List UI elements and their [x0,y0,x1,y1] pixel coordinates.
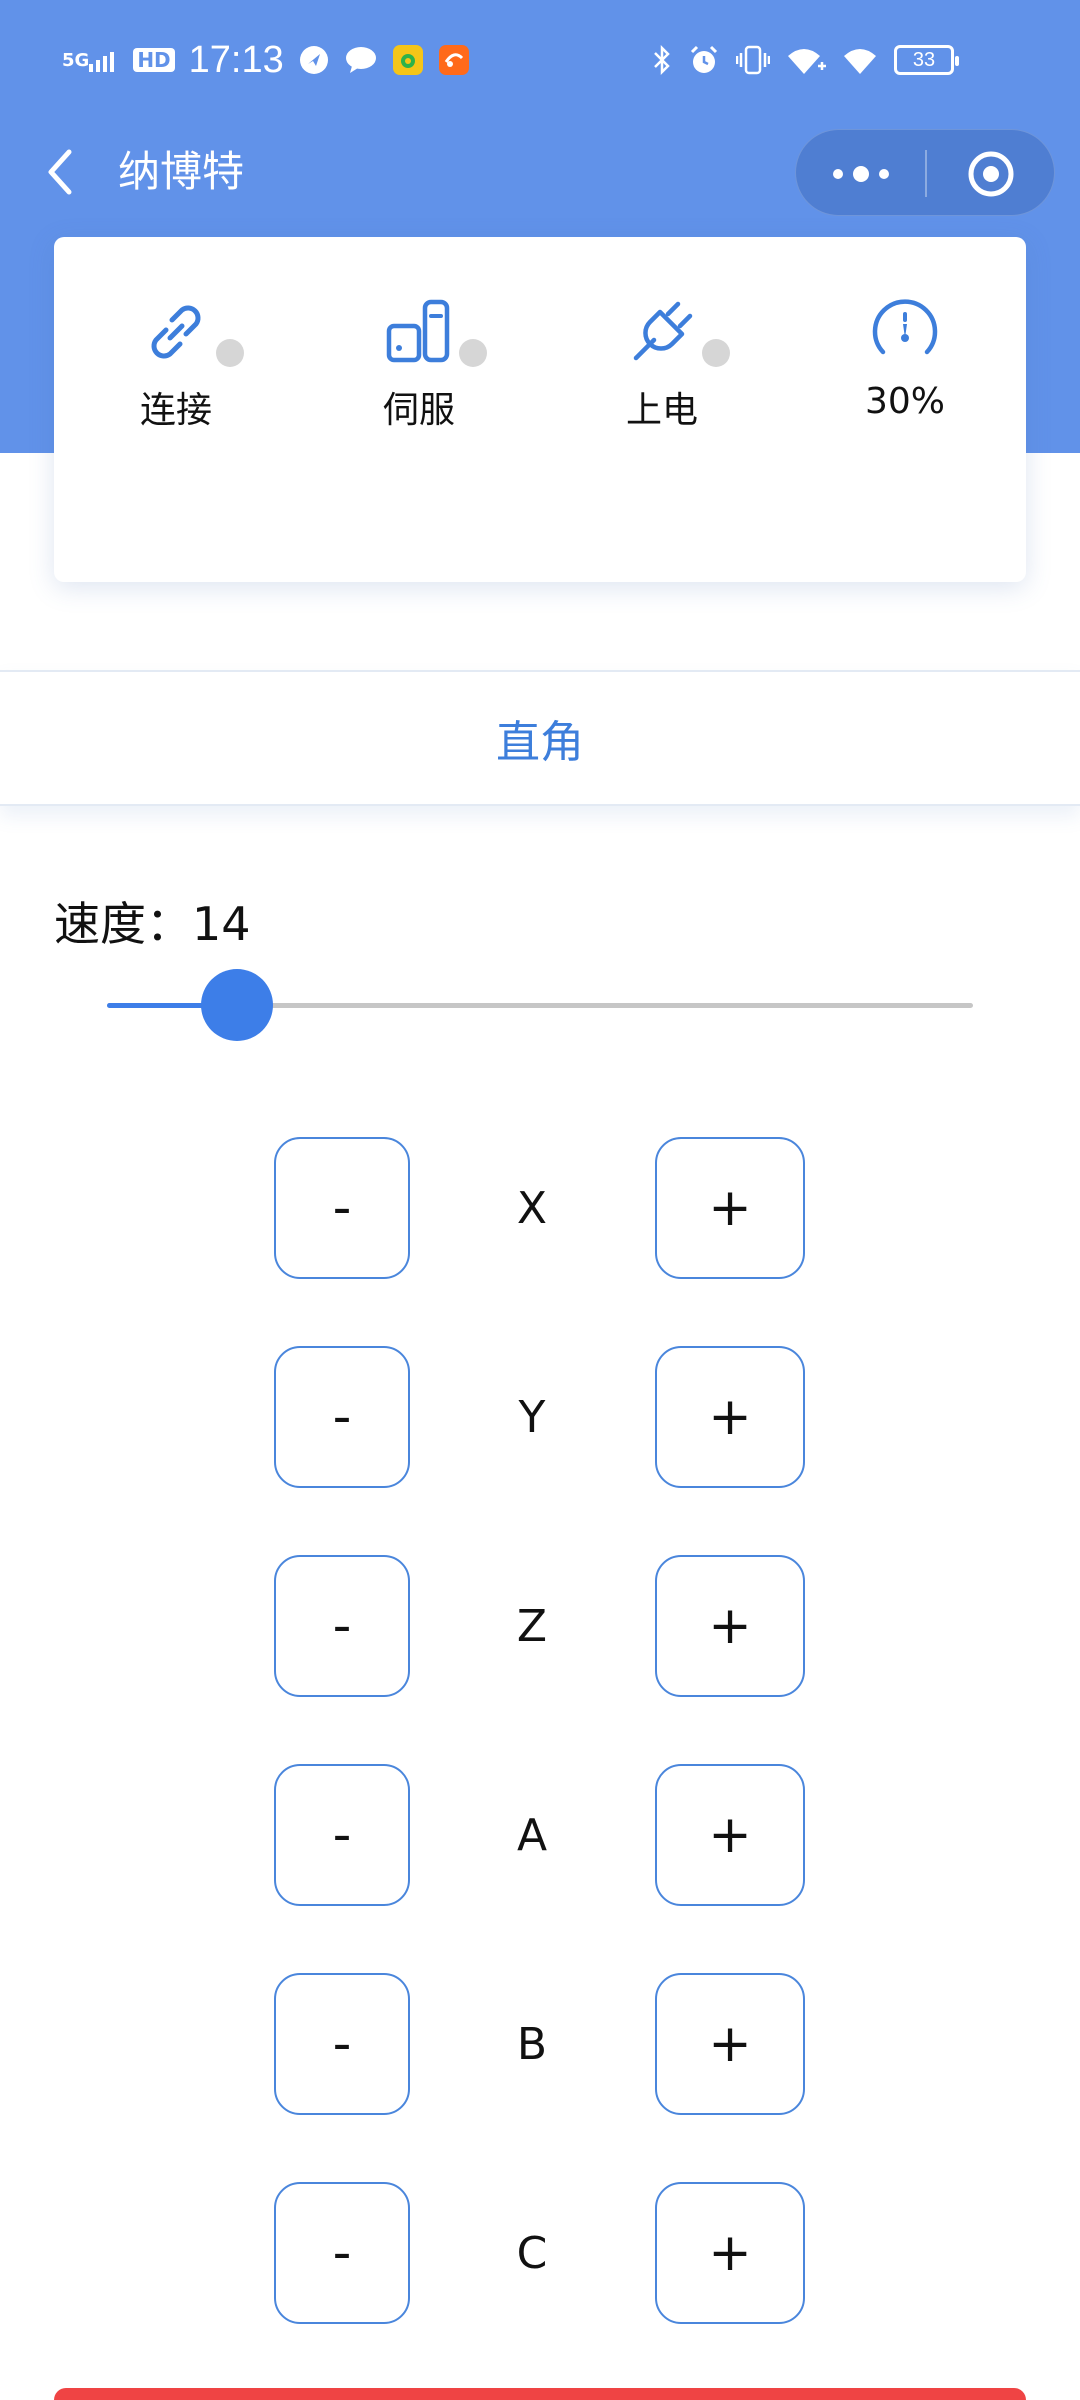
status-connect: 连接 [96,287,256,433]
axis-row-a: - A + [0,1764,1080,1906]
mini-program-capsule [795,129,1055,216]
axis-z-plus-button[interactable]: + [655,1555,805,1697]
axis-z-label: Z [516,1600,548,1652]
plug-icon [633,301,693,361]
cellular-signal-icon: 5G [62,48,119,72]
chevron-left-icon [48,149,72,195]
vibrate-icon [736,44,770,76]
link-icon [151,305,201,359]
axis-a-minus-button[interactable]: - [274,1764,410,1906]
axis-c-plus-button[interactable]: + [655,2182,805,2324]
status-power: 上电 [582,287,742,433]
hd-badge-icon: HD [133,48,175,72]
wifi-icon [842,44,878,76]
device-status-card: 连接 伺服 上电 30% [54,237,1026,582]
servo-icon [386,299,450,363]
speed-value: 14 [192,897,251,951]
bluetooth-icon [652,44,672,76]
axis-y-label: Y [518,1391,546,1443]
axis-a-label: A [516,1809,548,1861]
axis-row-z: - Z + [0,1555,1080,1697]
servo-indicator [459,339,487,367]
page-title: 纳博特 [118,147,245,196]
target-icon [968,151,1014,196]
status-speed-ratio: 30% [825,287,985,422]
more-menu-button[interactable] [796,130,926,217]
speed-slider-thumb[interactable] [200,969,273,1041]
axis-x-label: X [516,1182,548,1234]
power-label: 上电 [625,390,698,431]
mode-label: 直角 [496,717,584,768]
connect-indicator [216,339,244,367]
axis-row-b: - B + [0,1973,1080,2115]
axis-y-minus-button[interactable]: - [274,1346,410,1488]
navigation-app-icon [298,44,330,76]
status-servo: 伺服 [339,287,499,433]
axis-x-minus-button[interactable]: - [274,1137,410,1279]
close-mini-program-button[interactable] [926,130,1056,217]
axis-b-minus-button[interactable]: - [274,1973,410,2115]
coordinate-mode-selector[interactable]: 直角 [0,670,1080,806]
system-status-bar: 5G HD 17:13 33 [0,0,1080,120]
speed-slider[interactable] [107,969,973,1041]
wifi-plus-icon [786,44,826,76]
axis-a-plus-button[interactable]: + [655,1764,805,1906]
battery-icon: 33 [894,45,959,75]
axis-x-plus-button[interactable]: + [655,1137,805,1279]
network-type: 5G [62,49,90,71]
speed-label: 速度： [54,897,192,951]
axis-row-c: - C + [0,2182,1080,2324]
clock: 17:13 [188,38,284,81]
connect-label: 连接 [139,390,212,431]
shopping-app-icon [438,44,470,76]
message-icon [344,45,378,75]
music-app-icon [392,44,424,76]
axis-y-plus-button[interactable]: + [655,1346,805,1488]
more-dots-icon [833,168,843,179]
power-indicator [702,339,730,367]
axis-b-label: B [516,2018,548,2070]
axis-c-minus-button[interactable]: - [274,2182,410,2324]
alarm-icon [688,44,720,76]
bottom-action-button[interactable] [54,2388,1026,2400]
speedometer-icon [872,299,938,355]
axis-row-x: - X + [0,1137,1080,1279]
speed-ratio-label: 30% [864,381,945,422]
axis-z-minus-button[interactable]: - [274,1555,410,1697]
axis-b-plus-button[interactable]: + [655,1973,805,2115]
axis-row-y: - Y + [0,1346,1080,1488]
back-button[interactable] [36,140,84,204]
servo-label: 伺服 [382,390,455,431]
axis-c-label: C [516,2227,548,2279]
speed-readout: 速度：14 [54,888,251,954]
